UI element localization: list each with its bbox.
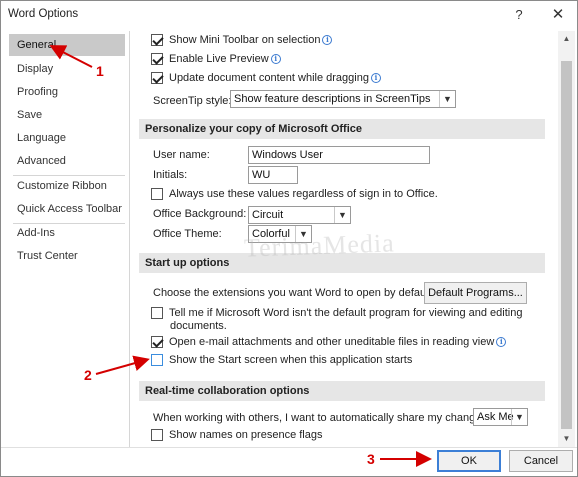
sidebar-item-advanced[interactable]: Advanced [9, 150, 125, 172]
info-icon[interactable]: i [270, 54, 281, 65]
extensions-label: Choose the extensions you want Word to o… [153, 287, 435, 299]
annotation-number-1: 1 [96, 63, 104, 79]
live-preview-option[interactable]: Enable Live Preview i [151, 53, 281, 71]
annotation-number-2: 2 [84, 367, 92, 383]
presence-flags-checkbox[interactable] [151, 429, 163, 442]
show-start-screen-label: Show the Start screen when this applicat… [169, 354, 413, 367]
sidebar-item-trust-center[interactable]: Trust Center [9, 245, 125, 267]
always-use-label: Always use these values regardless of si… [169, 188, 438, 201]
screentip-label: ScreenTip style: [153, 95, 232, 107]
always-use-option[interactable]: Always use these values regardless of si… [151, 188, 438, 206]
sidebar-item-language[interactable]: Language [9, 127, 125, 149]
content-scrollbar[interactable]: ▲ ▼ [558, 31, 575, 447]
show-start-screen-checkbox[interactable] [151, 354, 163, 367]
collab-section-heading: Real-time collaboration options [139, 381, 545, 401]
info-icon[interactable]: i [496, 337, 507, 348]
annotation-number-3: 3 [367, 451, 375, 467]
chevron-down-icon: ▼ [334, 207, 350, 223]
default-programs-button[interactable]: Default Programs... [424, 282, 527, 304]
tell-me-checkbox[interactable] [151, 307, 163, 320]
open-attachments-option[interactable]: Open e-mail attachments and other unedit… [151, 336, 507, 354]
title-bar: Word Options ? ✕ [1, 1, 577, 29]
open-attachments-checkbox[interactable] [151, 336, 163, 349]
tell-me-label: Tell me if Microsoft Word isn't the defa… [169, 307, 523, 320]
live-preview-checkbox[interactable] [151, 53, 163, 66]
update-dragging-option[interactable]: Update document content while dragging i [151, 72, 381, 90]
info-icon[interactable]: i [322, 35, 333, 46]
live-preview-label: Enable Live Preview [169, 53, 269, 66]
screentip-style-select[interactable]: Show feature descriptions in ScreenTips … [230, 90, 456, 108]
share-changes-select[interactable]: Ask Me ▼ [473, 408, 528, 426]
scroll-down-arrow-icon[interactable]: ▼ [558, 431, 575, 447]
office-theme-label: Office Theme: [153, 228, 222, 240]
share-changes-label: When working with others, I want to auto… [153, 412, 490, 424]
sidebar-item-save[interactable]: Save [9, 104, 125, 126]
watermark-text: TerimaMedia [243, 228, 396, 263]
office-background-label: Office Background: [153, 208, 247, 220]
screentip-style-value: Show feature descriptions in ScreenTips [234, 93, 431, 105]
presence-flags-option[interactable]: Show names on presence flags [151, 429, 322, 444]
always-use-checkbox[interactable] [151, 188, 163, 201]
sidebar-item-quick-access-toolbar[interactable]: Quick Access Toolbar [9, 198, 125, 220]
initials-field[interactable]: WU [248, 166, 298, 184]
cancel-button[interactable]: Cancel [509, 450, 573, 472]
update-dragging-checkbox[interactable] [151, 72, 163, 85]
username-label: User name: [153, 149, 210, 161]
personalize-section-heading: Personalize your copy of Microsoft Offic… [139, 119, 545, 139]
sidebar-item-add-ins[interactable]: Add-Ins [9, 222, 125, 244]
sidebar-item-display[interactable]: Display [9, 58, 125, 80]
dialog-title: Word Options [8, 8, 79, 20]
sidebar-item-proofing[interactable]: Proofing [9, 81, 125, 103]
username-field[interactable]: Windows User [248, 146, 430, 164]
footer-divider [1, 447, 577, 448]
update-dragging-label: Update document content while dragging [169, 72, 369, 85]
scroll-up-arrow-icon[interactable]: ▲ [558, 31, 575, 47]
chevron-down-icon: ▼ [511, 409, 527, 425]
scrollbar-thumb[interactable] [561, 61, 572, 429]
show-start-screen-option[interactable]: Show the Start screen when this applicat… [151, 354, 412, 372]
options-sidebar: General Display Proofing Save Language A… [5, 32, 125, 432]
mini-toolbar-label: Show Mini Toolbar on selection [169, 34, 321, 47]
presence-flags-label: Show names on presence flags [169, 429, 323, 442]
close-button[interactable]: ✕ [546, 4, 570, 26]
mini-toolbar-checkbox[interactable] [151, 34, 163, 47]
sidebar-item-general[interactable]: General [9, 34, 125, 56]
office-background-value: Circuit [252, 209, 284, 221]
open-attachments-label: Open e-mail attachments and other unedit… [169, 336, 495, 349]
word-options-dialog: Word Options ? ✕ General Display Proofin… [0, 0, 578, 477]
help-button[interactable]: ? [507, 4, 531, 26]
sidebar-item-customize-ribbon[interactable]: Customize Ribbon [9, 175, 125, 197]
mini-toolbar-option[interactable]: Show Mini Toolbar on selection i [151, 34, 333, 52]
ok-button[interactable]: OK [437, 450, 501, 472]
initials-label: Initials: [153, 169, 188, 181]
chevron-down-icon: ▼ [439, 91, 455, 107]
share-changes-value: Ask Me [477, 411, 514, 423]
office-background-select[interactable]: Circuit ▼ [248, 206, 351, 224]
info-icon[interactable]: i [370, 73, 381, 84]
